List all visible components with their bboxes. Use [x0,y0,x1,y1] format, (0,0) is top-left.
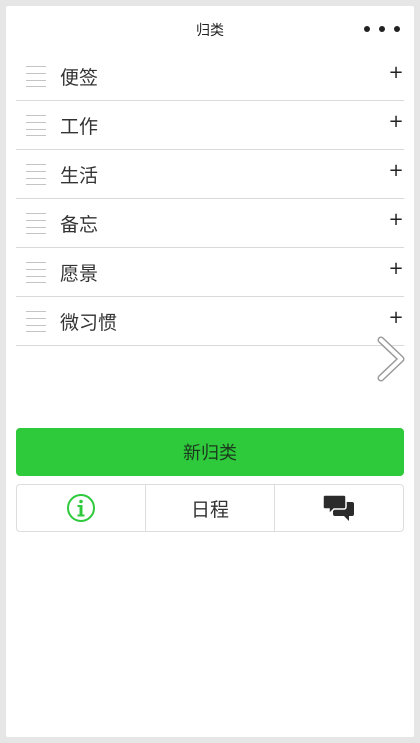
tab-info[interactable] [17,485,145,531]
ellipsis-icon [379,26,385,32]
add-icon[interactable]: + [388,307,404,328]
add-icon[interactable]: + [388,62,404,83]
category-list: 便签 + 工作 + 生活 + 备忘 + 愿景 + 微习惯 + [16,52,404,346]
category-label: 微习惯 [60,312,118,334]
chevron-right-icon[interactable] [374,336,406,382]
tab-schedule-label: 日程 [190,498,229,521]
tab-chat[interactable] [274,485,403,531]
category-item[interactable]: 工作 + [16,101,404,150]
tab-schedule[interactable]: 日程 [145,485,274,531]
category-label: 备忘 [60,214,99,236]
drag-handle-icon[interactable] [26,66,46,87]
add-icon[interactable]: + [388,111,404,132]
category-label: 工作 [60,116,99,138]
category-label: 便签 [60,67,99,89]
category-label: 愿景 [60,263,99,285]
info-circle-icon [67,494,95,522]
category-item[interactable]: 便签 + [16,52,404,101]
category-item[interactable]: 生活 + [16,150,404,199]
drag-handle-icon[interactable] [26,115,46,136]
add-icon[interactable]: + [388,160,404,181]
page-title: 归类 [196,23,224,39]
navigation-bar: 归类 [6,6,414,52]
category-item[interactable]: 微习惯 + [16,297,404,346]
add-icon[interactable]: + [388,258,404,279]
category-label: 生活 [60,165,99,187]
more-options-button[interactable] [364,20,400,38]
bottom-tab-bar: 日程 [16,484,404,532]
category-item[interactable]: 愿景 + [16,248,404,297]
ellipsis-icon [364,26,370,32]
add-icon[interactable]: + [388,209,404,230]
category-item[interactable]: 备忘 + [16,199,404,248]
ellipsis-icon [394,26,400,32]
chat-bubbles-icon [322,494,354,521]
drag-handle-icon[interactable] [26,311,46,332]
drag-handle-icon[interactable] [26,262,46,283]
drag-handle-icon[interactable] [26,164,46,185]
drag-handle-icon[interactable] [26,213,46,234]
new-category-button[interactable]: 新归类 [16,428,404,476]
phone-screen: 归类 便签 + 工作 + 生活 + 备忘 + 愿景 + 微习惯 + 新归类 日程 [6,6,414,737]
